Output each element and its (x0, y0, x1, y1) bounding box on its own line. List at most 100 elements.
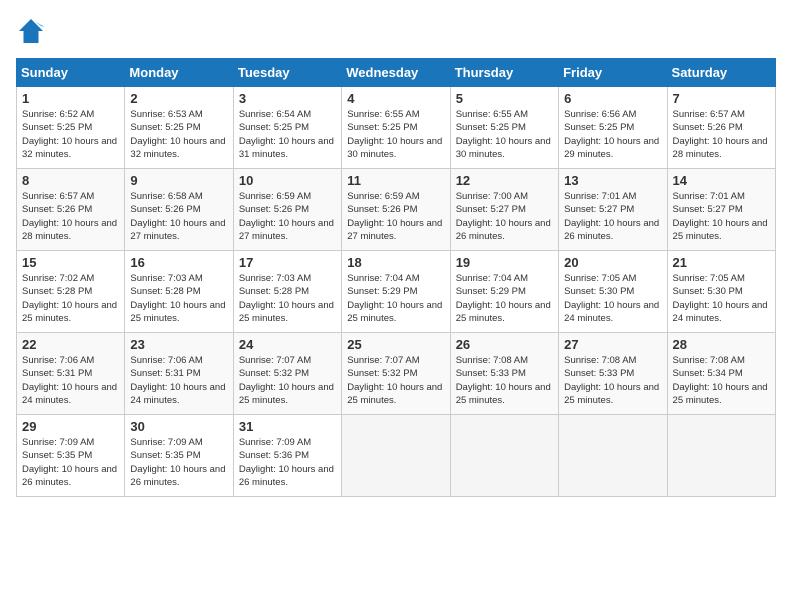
day-number: 21 (673, 255, 770, 270)
logo-icon (16, 16, 46, 46)
day-number: 6 (564, 91, 661, 106)
calendar-cell: 19 Sunrise: 7:04 AM Sunset: 5:29 PM Dayl… (450, 251, 558, 333)
column-header-wednesday: Wednesday (342, 59, 450, 87)
day-detail: Sunrise: 6:57 AM Sunset: 5:26 PM Dayligh… (22, 190, 119, 243)
day-number: 1 (22, 91, 119, 106)
day-detail: Sunrise: 7:01 AM Sunset: 5:27 PM Dayligh… (564, 190, 661, 243)
day-detail: Sunrise: 7:03 AM Sunset: 5:28 PM Dayligh… (130, 272, 227, 325)
day-detail: Sunrise: 6:54 AM Sunset: 5:25 PM Dayligh… (239, 108, 336, 161)
day-detail: Sunrise: 6:53 AM Sunset: 5:25 PM Dayligh… (130, 108, 227, 161)
calendar-week-row: 22 Sunrise: 7:06 AM Sunset: 5:31 PM Dayl… (17, 333, 776, 415)
calendar-cell: 8 Sunrise: 6:57 AM Sunset: 5:26 PM Dayli… (17, 169, 125, 251)
day-detail: Sunrise: 7:07 AM Sunset: 5:32 PM Dayligh… (347, 354, 444, 407)
day-number: 19 (456, 255, 553, 270)
calendar-cell: 30 Sunrise: 7:09 AM Sunset: 5:35 PM Dayl… (125, 415, 233, 497)
calendar-cell: 23 Sunrise: 7:06 AM Sunset: 5:31 PM Dayl… (125, 333, 233, 415)
day-number: 7 (673, 91, 770, 106)
calendar-cell: 22 Sunrise: 7:06 AM Sunset: 5:31 PM Dayl… (17, 333, 125, 415)
day-detail: Sunrise: 7:07 AM Sunset: 5:32 PM Dayligh… (239, 354, 336, 407)
page-header (16, 16, 776, 46)
calendar-cell: 16 Sunrise: 7:03 AM Sunset: 5:28 PM Dayl… (125, 251, 233, 333)
day-detail: Sunrise: 6:56 AM Sunset: 5:25 PM Dayligh… (564, 108, 661, 161)
day-detail: Sunrise: 6:55 AM Sunset: 5:25 PM Dayligh… (456, 108, 553, 161)
calendar-cell: 25 Sunrise: 7:07 AM Sunset: 5:32 PM Dayl… (342, 333, 450, 415)
calendar-cell: 5 Sunrise: 6:55 AM Sunset: 5:25 PM Dayli… (450, 87, 558, 169)
day-number: 30 (130, 419, 227, 434)
day-number: 2 (130, 91, 227, 106)
column-header-friday: Friday (559, 59, 667, 87)
day-detail: Sunrise: 7:04 AM Sunset: 5:29 PM Dayligh… (347, 272, 444, 325)
day-detail: Sunrise: 6:59 AM Sunset: 5:26 PM Dayligh… (347, 190, 444, 243)
calendar-cell: 14 Sunrise: 7:01 AM Sunset: 5:27 PM Dayl… (667, 169, 775, 251)
day-number: 25 (347, 337, 444, 352)
calendar-cell: 9 Sunrise: 6:58 AM Sunset: 5:26 PM Dayli… (125, 169, 233, 251)
calendar-cell: 1 Sunrise: 6:52 AM Sunset: 5:25 PM Dayli… (17, 87, 125, 169)
column-header-monday: Monday (125, 59, 233, 87)
calendar-cell: 4 Sunrise: 6:55 AM Sunset: 5:25 PM Dayli… (342, 87, 450, 169)
column-header-thursday: Thursday (450, 59, 558, 87)
day-detail: Sunrise: 7:08 AM Sunset: 5:33 PM Dayligh… (564, 354, 661, 407)
day-number: 18 (347, 255, 444, 270)
calendar-week-row: 29 Sunrise: 7:09 AM Sunset: 5:35 PM Dayl… (17, 415, 776, 497)
day-number: 12 (456, 173, 553, 188)
calendar-cell: 7 Sunrise: 6:57 AM Sunset: 5:26 PM Dayli… (667, 87, 775, 169)
day-detail: Sunrise: 7:09 AM Sunset: 5:35 PM Dayligh… (130, 436, 227, 489)
day-detail: Sunrise: 7:03 AM Sunset: 5:28 PM Dayligh… (239, 272, 336, 325)
day-number: 26 (456, 337, 553, 352)
calendar-cell: 31 Sunrise: 7:09 AM Sunset: 5:36 PM Dayl… (233, 415, 341, 497)
day-detail: Sunrise: 7:09 AM Sunset: 5:35 PM Dayligh… (22, 436, 119, 489)
day-detail: Sunrise: 6:52 AM Sunset: 5:25 PM Dayligh… (22, 108, 119, 161)
calendar-cell: 24 Sunrise: 7:07 AM Sunset: 5:32 PM Dayl… (233, 333, 341, 415)
calendar-cell: 13 Sunrise: 7:01 AM Sunset: 5:27 PM Dayl… (559, 169, 667, 251)
day-number: 10 (239, 173, 336, 188)
day-detail: Sunrise: 6:59 AM Sunset: 5:26 PM Dayligh… (239, 190, 336, 243)
calendar-cell: 28 Sunrise: 7:08 AM Sunset: 5:34 PM Dayl… (667, 333, 775, 415)
calendar-cell: 15 Sunrise: 7:02 AM Sunset: 5:28 PM Dayl… (17, 251, 125, 333)
day-detail: Sunrise: 7:06 AM Sunset: 5:31 PM Dayligh… (22, 354, 119, 407)
calendar-week-row: 8 Sunrise: 6:57 AM Sunset: 5:26 PM Dayli… (17, 169, 776, 251)
calendar-cell: 29 Sunrise: 7:09 AM Sunset: 5:35 PM Dayl… (17, 415, 125, 497)
calendar-cell (450, 415, 558, 497)
calendar-week-row: 15 Sunrise: 7:02 AM Sunset: 5:28 PM Dayl… (17, 251, 776, 333)
day-number: 29 (22, 419, 119, 434)
calendar-week-row: 1 Sunrise: 6:52 AM Sunset: 5:25 PM Dayli… (17, 87, 776, 169)
calendar-cell: 26 Sunrise: 7:08 AM Sunset: 5:33 PM Dayl… (450, 333, 558, 415)
column-header-saturday: Saturday (667, 59, 775, 87)
day-detail: Sunrise: 7:09 AM Sunset: 5:36 PM Dayligh… (239, 436, 336, 489)
day-detail: Sunrise: 6:57 AM Sunset: 5:26 PM Dayligh… (673, 108, 770, 161)
day-detail: Sunrise: 7:08 AM Sunset: 5:34 PM Dayligh… (673, 354, 770, 407)
calendar-cell: 17 Sunrise: 7:03 AM Sunset: 5:28 PM Dayl… (233, 251, 341, 333)
day-number: 24 (239, 337, 336, 352)
day-number: 8 (22, 173, 119, 188)
day-detail: Sunrise: 6:55 AM Sunset: 5:25 PM Dayligh… (347, 108, 444, 161)
calendar-cell: 20 Sunrise: 7:05 AM Sunset: 5:30 PM Dayl… (559, 251, 667, 333)
day-number: 4 (347, 91, 444, 106)
logo (16, 16, 50, 46)
calendar-cell (667, 415, 775, 497)
day-detail: Sunrise: 7:01 AM Sunset: 5:27 PM Dayligh… (673, 190, 770, 243)
calendar-cell: 18 Sunrise: 7:04 AM Sunset: 5:29 PM Dayl… (342, 251, 450, 333)
day-detail: Sunrise: 7:06 AM Sunset: 5:31 PM Dayligh… (130, 354, 227, 407)
day-detail: Sunrise: 7:04 AM Sunset: 5:29 PM Dayligh… (456, 272, 553, 325)
day-detail: Sunrise: 6:58 AM Sunset: 5:26 PM Dayligh… (130, 190, 227, 243)
calendar-cell: 3 Sunrise: 6:54 AM Sunset: 5:25 PM Dayli… (233, 87, 341, 169)
day-number: 13 (564, 173, 661, 188)
day-detail: Sunrise: 7:05 AM Sunset: 5:30 PM Dayligh… (564, 272, 661, 325)
calendar-cell: 10 Sunrise: 6:59 AM Sunset: 5:26 PM Dayl… (233, 169, 341, 251)
day-number: 22 (22, 337, 119, 352)
day-number: 17 (239, 255, 336, 270)
calendar-cell: 21 Sunrise: 7:05 AM Sunset: 5:30 PM Dayl… (667, 251, 775, 333)
day-number: 28 (673, 337, 770, 352)
day-number: 11 (347, 173, 444, 188)
day-number: 14 (673, 173, 770, 188)
day-number: 23 (130, 337, 227, 352)
calendar-cell: 2 Sunrise: 6:53 AM Sunset: 5:25 PM Dayli… (125, 87, 233, 169)
calendar-cell: 6 Sunrise: 6:56 AM Sunset: 5:25 PM Dayli… (559, 87, 667, 169)
column-header-sunday: Sunday (17, 59, 125, 87)
day-number: 15 (22, 255, 119, 270)
calendar-cell: 27 Sunrise: 7:08 AM Sunset: 5:33 PM Dayl… (559, 333, 667, 415)
day-number: 27 (564, 337, 661, 352)
day-number: 31 (239, 419, 336, 434)
calendar-header-row: SundayMondayTuesdayWednesdayThursdayFrid… (17, 59, 776, 87)
calendar-cell (342, 415, 450, 497)
